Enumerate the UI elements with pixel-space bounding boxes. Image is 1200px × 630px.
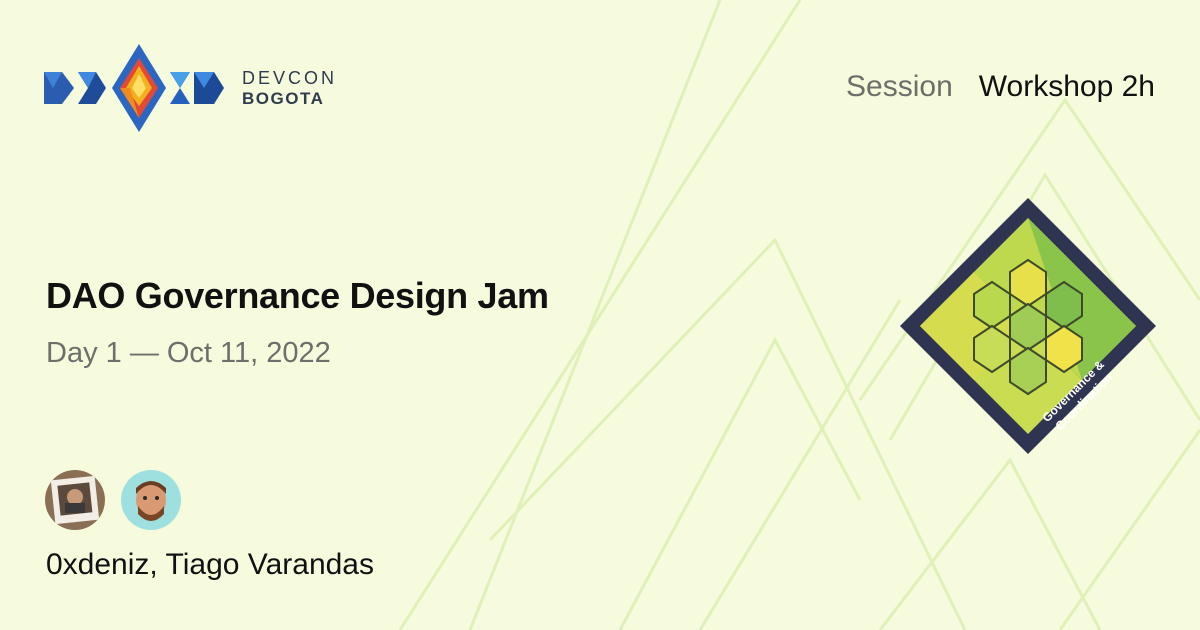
talk-title: DAO Governance Design Jam <box>46 275 549 316</box>
speaker-avatar[interactable] <box>121 470 181 530</box>
brand-line2: BOGOTA <box>242 89 325 108</box>
session-value: Workshop 2h <box>978 70 1155 103</box>
speaker-avatar[interactable] <box>45 470 105 530</box>
speaker-names: 0xdeniz, Tiago Varandas <box>46 548 374 581</box>
devcon-logo[interactable]: DEVCON BOGOTA <box>44 44 337 132</box>
session-label: Session <box>846 70 953 103</box>
brand-line1: DEVCON <box>242 68 338 88</box>
track-badge: Governance & Coordination <box>900 198 1156 454</box>
talk-date: Day 1 — Oct 11, 2022 <box>46 337 331 369</box>
session-type: Session Workshop 2h <box>846 70 1155 104</box>
speaker-avatars <box>45 470 181 530</box>
devcon-logo-icon <box>44 44 224 132</box>
